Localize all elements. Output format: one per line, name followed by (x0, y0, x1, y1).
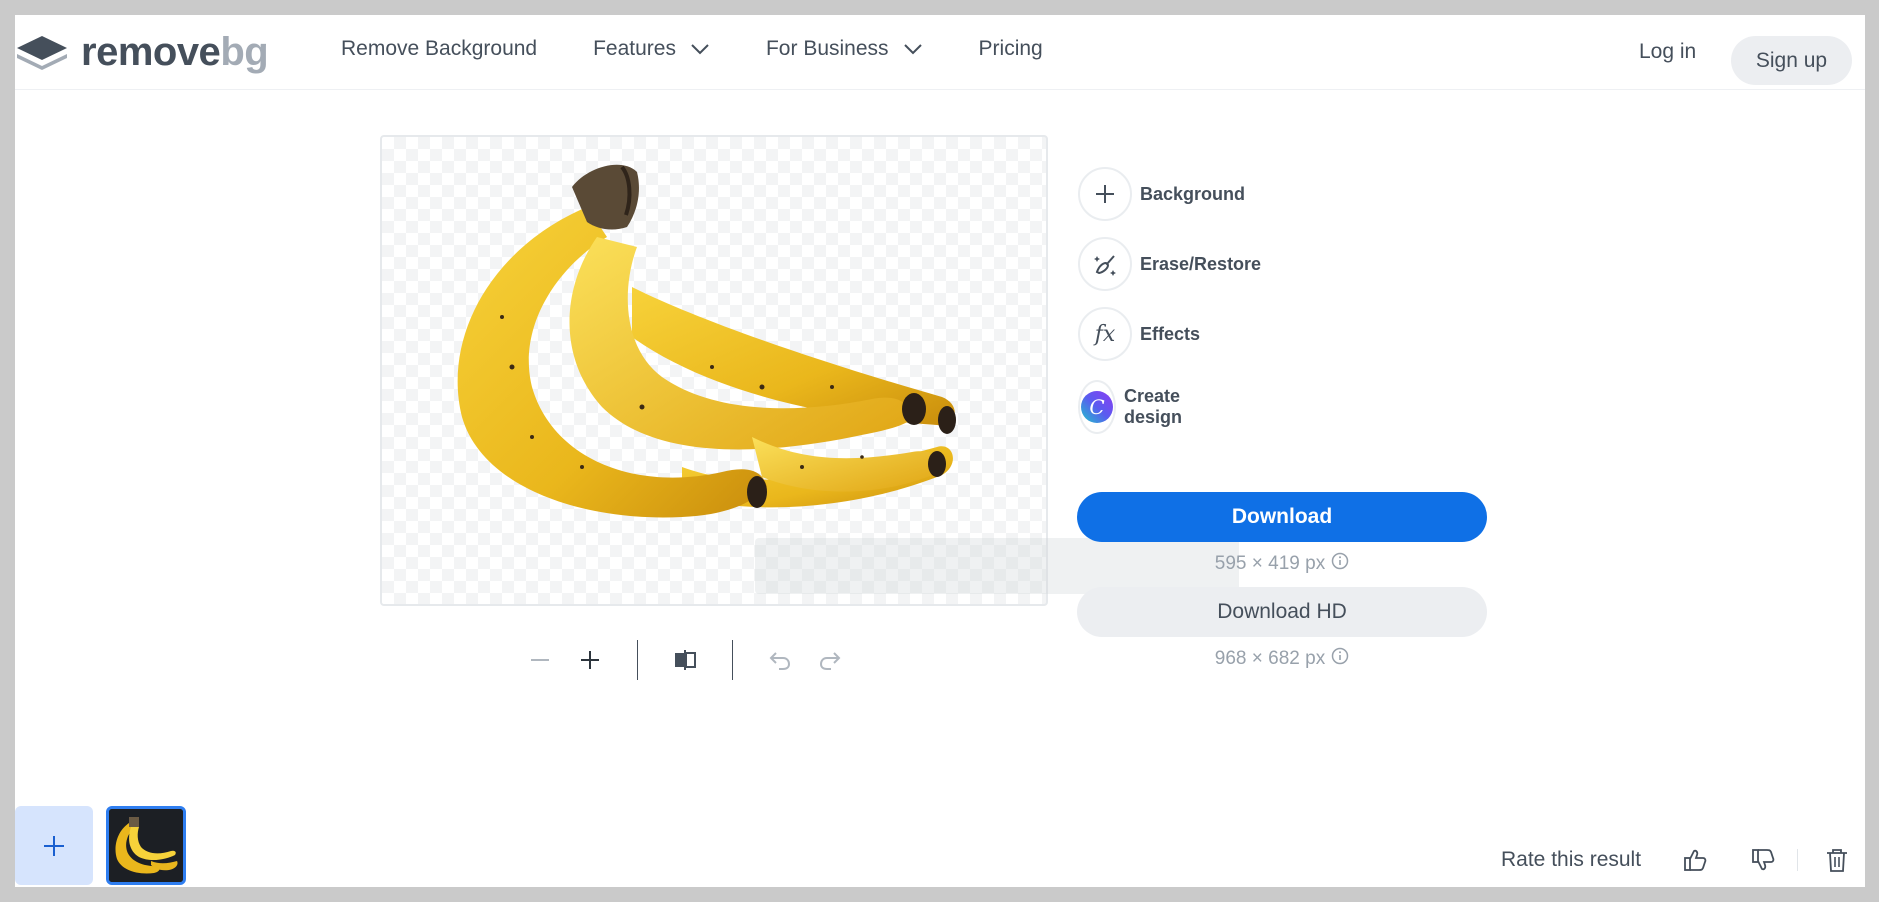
download-size: 595 × 419 px (1077, 552, 1487, 576)
banana-thumbnail-image (109, 809, 183, 882)
tool-erase-restore-label: Erase/Restore (1140, 253, 1262, 274)
canva-glyph: C (1089, 395, 1104, 419)
download-button[interactable]: Download (1077, 492, 1487, 542)
toolbar-divider (637, 640, 638, 680)
redo-button[interactable] (805, 635, 855, 685)
download-hd-button[interactable]: Download HD (1077, 587, 1487, 637)
zoom-out-button[interactable] (515, 635, 565, 685)
signup-button[interactable]: Sign up (1731, 36, 1852, 85)
zoom-out-icon (531, 659, 549, 661)
redo-icon (819, 652, 841, 670)
delete-button[interactable] (1820, 843, 1854, 877)
tool-background-circle (1078, 167, 1132, 221)
nav-pricing-label: Pricing (978, 37, 1043, 60)
rate-label: Rate this result (1501, 848, 1642, 871)
plus-icon (1096, 185, 1114, 203)
tool-create-design[interactable]: C Create design (1078, 380, 1198, 434)
logo-text-remove: remove (81, 29, 221, 74)
thumbs-down-icon (1752, 849, 1775, 871)
tool-create-design-label: Create design (1124, 386, 1183, 427)
tool-erase-restore[interactable]: Erase/Restore (1078, 237, 1261, 291)
fx-icon: fx (1094, 321, 1116, 347)
nav-for-business-label: For Business (765, 37, 889, 60)
logo-text-bg: bg (220, 29, 269, 74)
login-link[interactable]: Log in (1639, 40, 1696, 64)
add-image-button[interactable] (15, 806, 93, 885)
logo-icon (17, 36, 67, 70)
image-canvas[interactable] (380, 135, 1048, 606)
tool-effects-circle: fx (1078, 307, 1132, 361)
footer-divider (1797, 849, 1798, 871)
banana-image (457, 164, 956, 518)
compare-button[interactable] (660, 635, 710, 685)
undo-button[interactable] (755, 635, 805, 685)
thumbs-down-button[interactable] (1746, 843, 1780, 877)
logo[interactable]: removebg (15, 25, 269, 79)
canvas-toolbar (515, 635, 855, 685)
info-icon[interactable] (1331, 552, 1349, 576)
tool-effects[interactable]: fx Effects (1078, 307, 1200, 361)
nav-features[interactable]: Features (593, 37, 710, 61)
nav-remove-background-label: Remove Background (341, 37, 538, 60)
tool-background-label: Background (1140, 183, 1246, 204)
tool-effects-label: Effects (1140, 323, 1201, 344)
download-hd-size: 968 × 682 px (1077, 647, 1487, 671)
nav-pricing[interactable]: Pricing (979, 37, 1043, 61)
logo-text: removebg (81, 29, 269, 75)
tool-create-design-circle: C (1078, 380, 1116, 434)
thumbs-up-button[interactable] (1678, 843, 1712, 877)
info-icon[interactable] (1331, 647, 1349, 671)
nav-features-label: Features (593, 37, 676, 60)
undo-icon (769, 652, 791, 670)
zoom-in-button[interactable] (565, 635, 615, 685)
tool-background[interactable]: Background (1078, 167, 1245, 221)
thumbs-up-icon (1684, 849, 1707, 871)
download-size-text: 595 × 419 px (1214, 553, 1326, 574)
chevron-down-icon (903, 37, 923, 61)
compare-icon (675, 650, 696, 670)
image-thumbnail[interactable] (106, 806, 186, 885)
plus-icon (44, 835, 64, 856)
nav-remove-background[interactable]: Remove Background (341, 37, 537, 61)
chevron-down-icon (690, 37, 710, 61)
top-nav-bar: removebg Remove Background Features For … (15, 15, 1865, 90)
toolbar-divider (732, 640, 733, 680)
magic-brush-icon (1094, 255, 1116, 276)
tool-erase-restore-circle (1078, 237, 1132, 291)
zoom-in-icon (581, 651, 599, 669)
nav-for-business[interactable]: For Business (766, 37, 923, 61)
main-nav: Remove Background Features For Business … (341, 37, 1099, 61)
download-hd-size-text: 968 × 682 px (1214, 648, 1326, 669)
canva-icon: C (1081, 391, 1113, 423)
app-window: removebg Remove Background Features For … (15, 15, 1865, 887)
trash-icon (1827, 849, 1847, 872)
